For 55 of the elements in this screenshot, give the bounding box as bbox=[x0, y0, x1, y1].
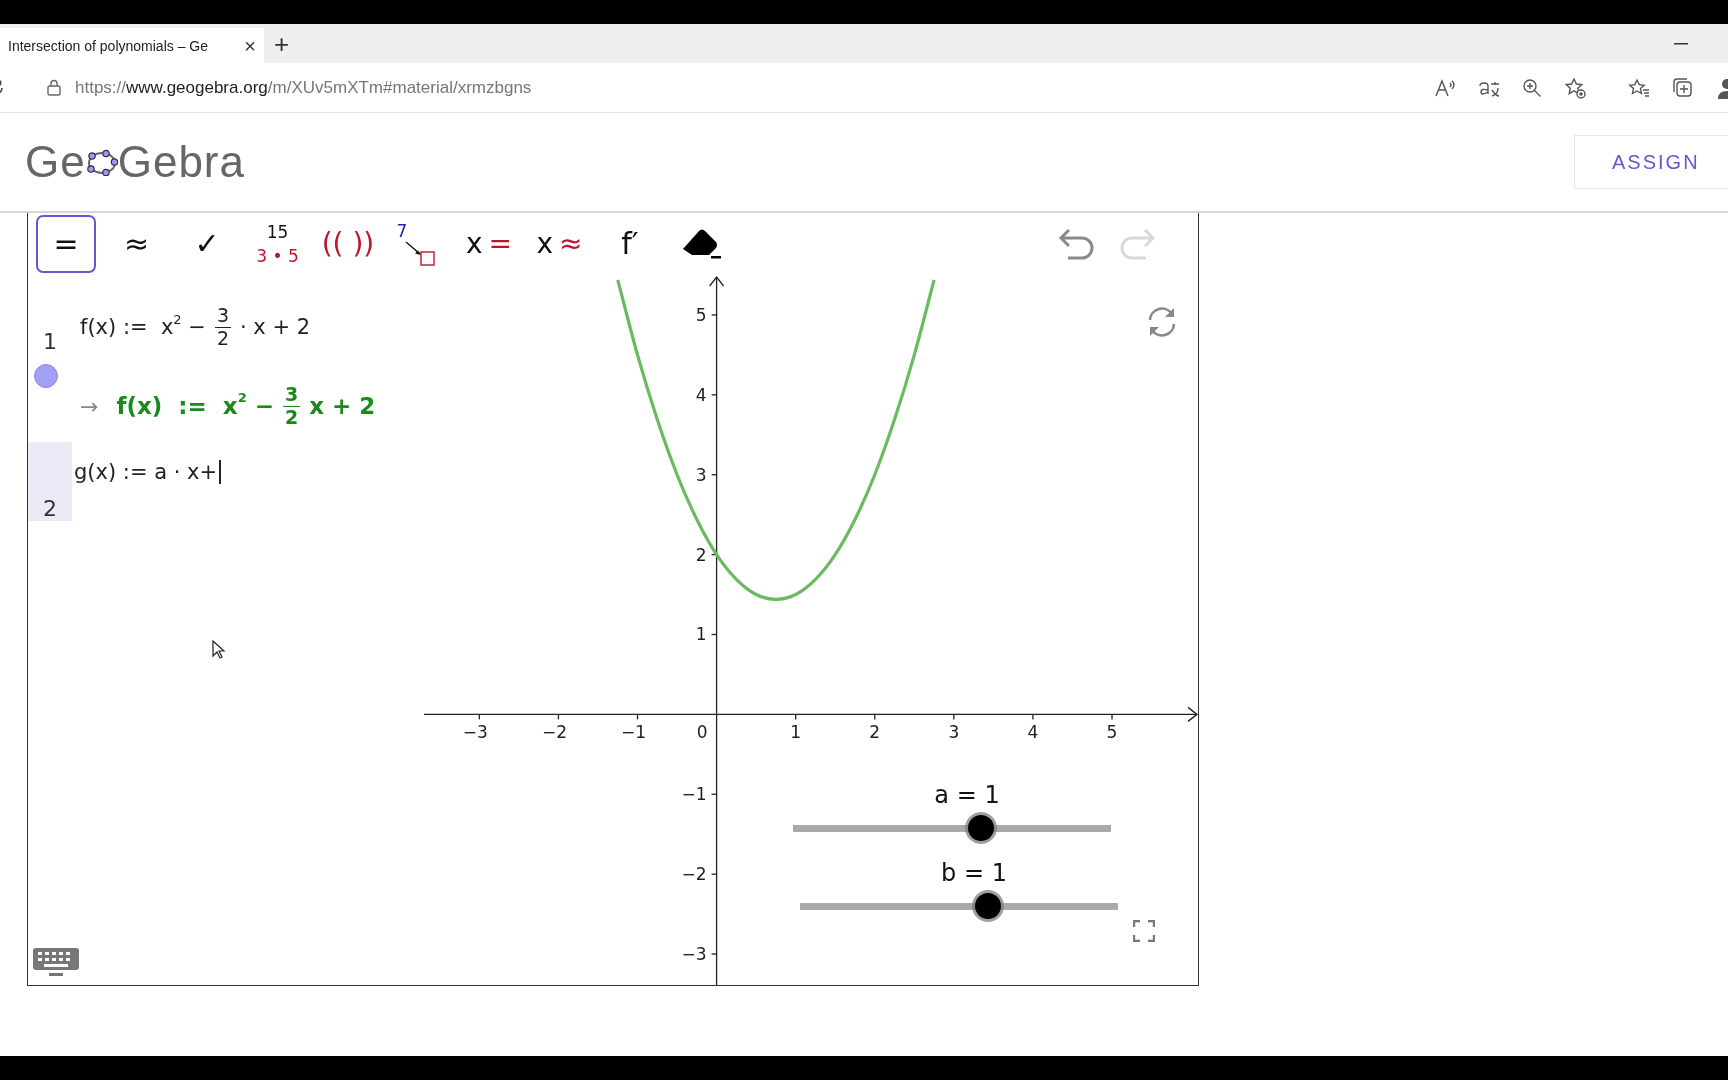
zoom-icon[interactable] bbox=[1522, 77, 1542, 98]
origin-label: 0 bbox=[696, 722, 708, 743]
tick-label: −3 bbox=[681, 944, 707, 965]
tool-button[interactable]: x = bbox=[459, 215, 519, 273]
input-field[interactable]: g(x) := a · x+ bbox=[74, 460, 221, 485]
tick-label: −1 bbox=[621, 722, 647, 743]
tick-label: 1 bbox=[790, 722, 802, 743]
collections-icon[interactable] bbox=[1672, 76, 1694, 99]
address-field[interactable]: https://www.geogebra.org/m/XUv5mXTm#material/xrmzbgns bbox=[75, 77, 532, 98]
tool-button[interactable]: = bbox=[36, 215, 96, 273]
close-tab-button[interactable]: × bbox=[244, 35, 256, 56]
fullscreen-icon[interactable] bbox=[1133, 920, 1155, 942]
slider-label: a = 1 bbox=[934, 781, 1000, 809]
browser-tab[interactable]: Intersection of polynomials – Ge × bbox=[0, 28, 264, 63]
tick-label: −2 bbox=[681, 864, 707, 885]
row-number[interactable]: 2 bbox=[28, 442, 72, 522]
tool-button[interactable]: x ≈ bbox=[529, 215, 590, 273]
tick-label: 2 bbox=[869, 722, 881, 743]
undo-icon bbox=[1056, 227, 1096, 261]
read-aloud-icon[interactable] bbox=[1434, 77, 1456, 98]
visibility-toggle[interactable] bbox=[34, 364, 58, 388]
row-number[interactable]: 1 bbox=[28, 275, 72, 443]
tool-button[interactable]: 7 bbox=[388, 215, 449, 273]
add-favorite-icon[interactable] bbox=[1564, 76, 1586, 99]
favorites-icon[interactable] bbox=[1628, 77, 1650, 98]
slider-label: b = 1 bbox=[941, 859, 1007, 887]
tick-label: 3 bbox=[695, 464, 707, 485]
tick-label: −2 bbox=[541, 722, 567, 743]
slider-thumb[interactable] bbox=[974, 893, 1001, 919]
tick-label: 2 bbox=[695, 544, 707, 565]
tick-label: 3 bbox=[948, 722, 960, 743]
pentagon-logo-icon bbox=[85, 148, 118, 176]
tool-button[interactable]: 15 3 • 5 bbox=[247, 215, 308, 273]
logo-text: Ge bbox=[25, 137, 86, 187]
redo-icon bbox=[1118, 227, 1158, 261]
lock-icon bbox=[47, 79, 61, 96]
tick-label: 5 bbox=[695, 304, 707, 325]
output-arrow: → bbox=[80, 393, 99, 419]
logo-text: Gebra bbox=[117, 137, 245, 187]
minimize-icon[interactable] bbox=[1674, 42, 1688, 45]
tool-button[interactable]: (( )) bbox=[318, 215, 378, 273]
mouse-pointer-icon bbox=[212, 640, 226, 660]
tick-label: 1 bbox=[695, 624, 707, 645]
tick-label: 4 bbox=[1027, 722, 1039, 743]
tool-button[interactable]: f′ bbox=[600, 215, 660, 273]
tick-label: 5 bbox=[1106, 722, 1118, 743]
tick-label: −1 bbox=[681, 784, 707, 805]
slider-thumb[interactable] bbox=[967, 815, 994, 841]
tick-label: −3 bbox=[462, 722, 488, 743]
new-tab-button[interactable]: + bbox=[274, 30, 290, 57]
tool-button[interactable]: ≈ bbox=[106, 215, 167, 273]
tick-label: 4 bbox=[695, 384, 707, 405]
assign-button[interactable]: ASSIGN bbox=[1574, 135, 1728, 189]
tool-button[interactable]: ✓ bbox=[177, 215, 237, 273]
keyboard-icon[interactable] bbox=[32, 947, 80, 977]
